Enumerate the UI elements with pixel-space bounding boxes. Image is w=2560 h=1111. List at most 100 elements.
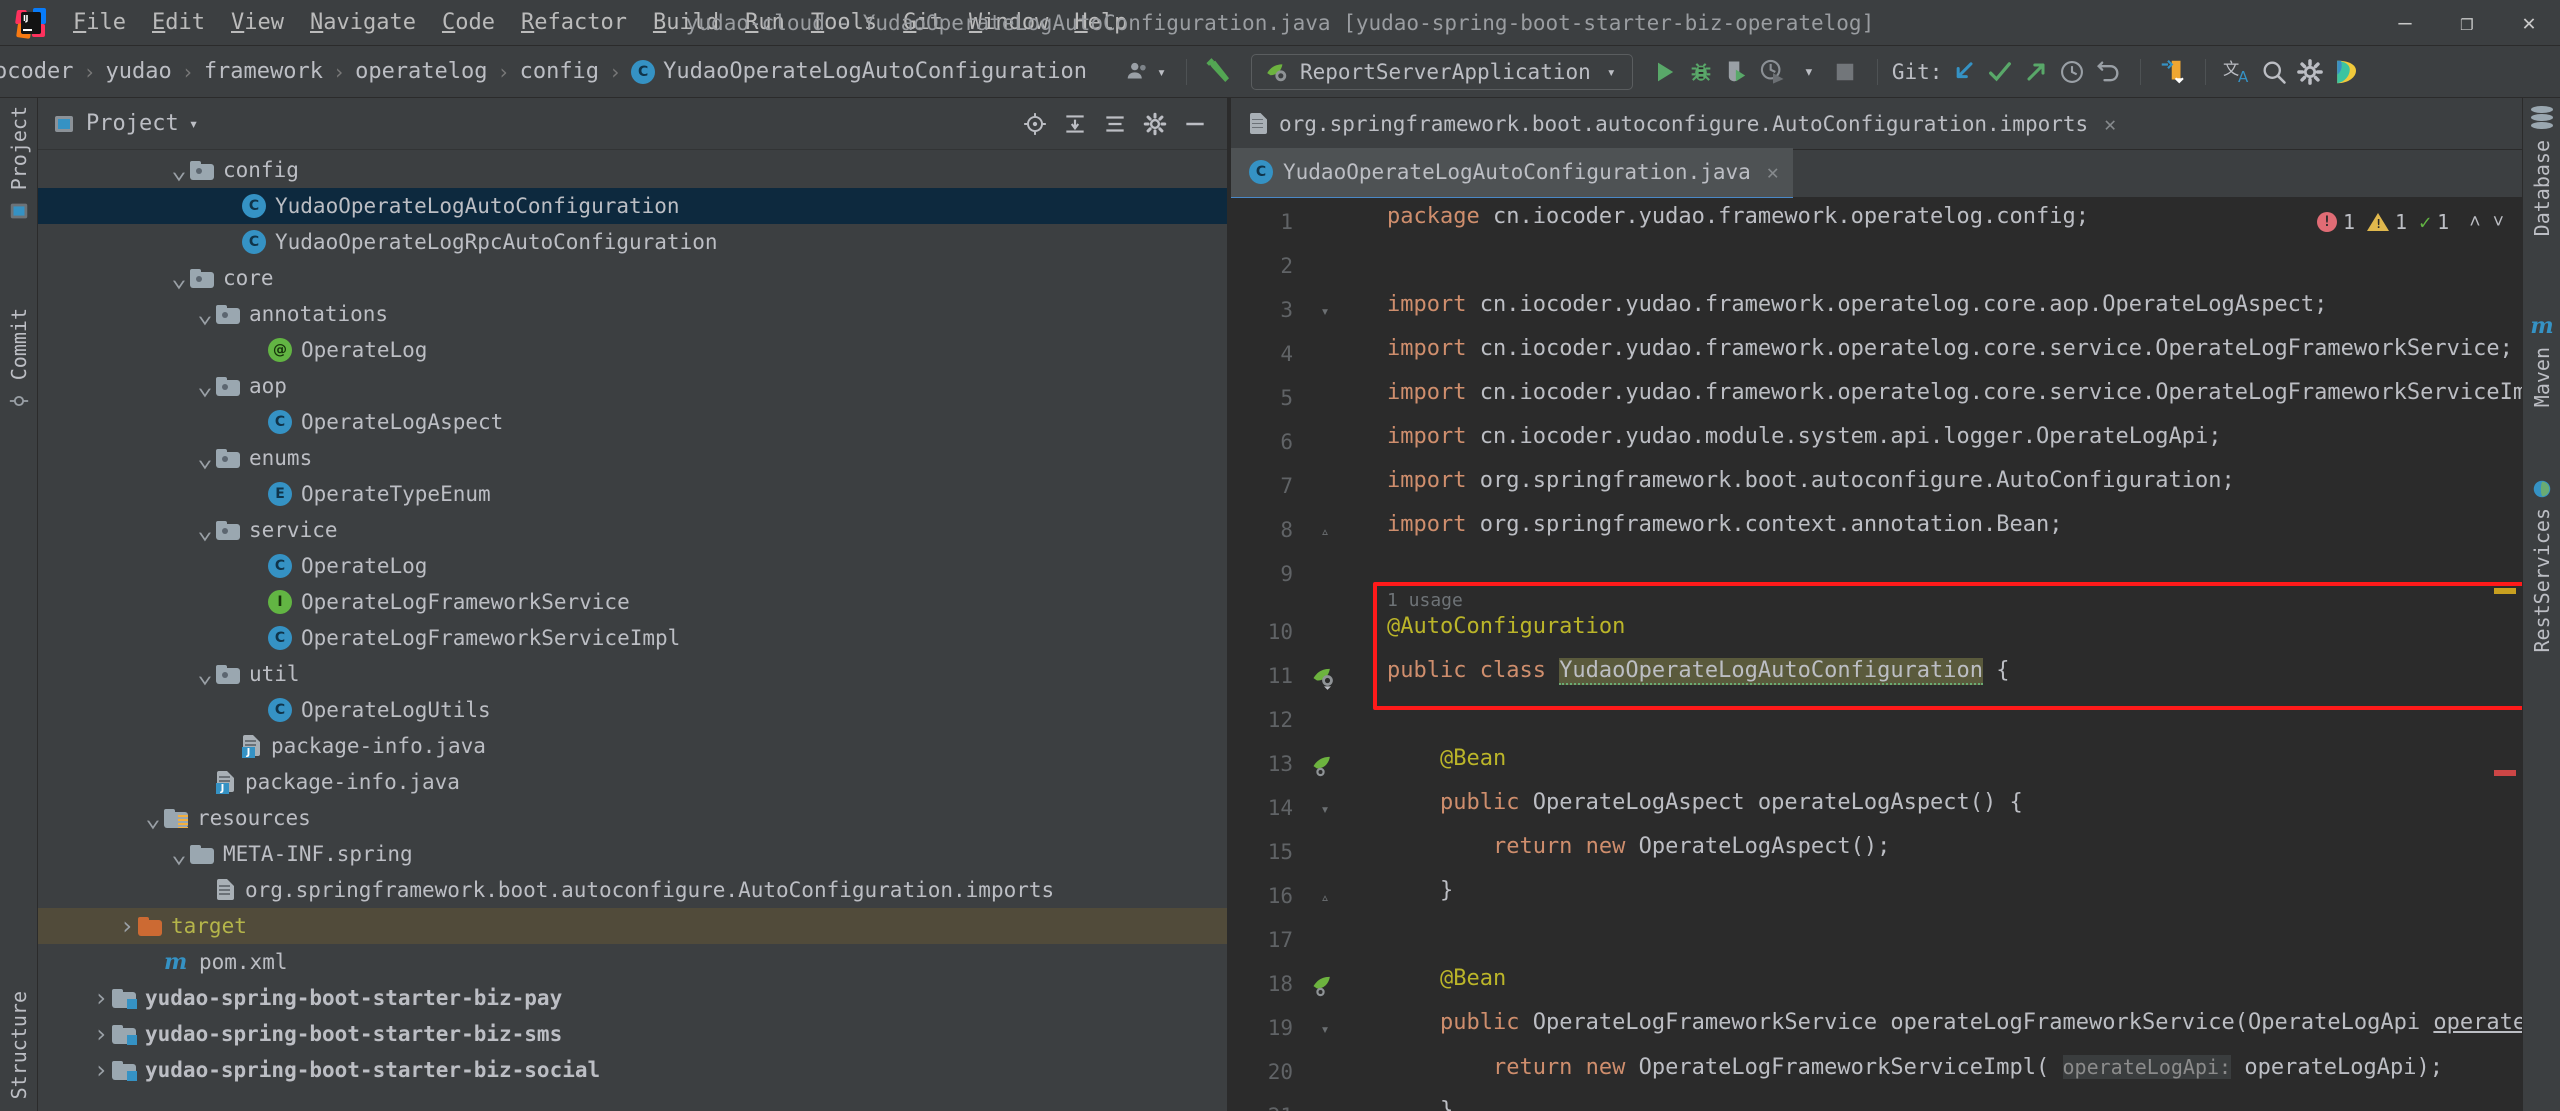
chevron-down-icon[interactable]: ⌄: [194, 669, 216, 679]
code-line[interactable]: import org.springframework.context.annot…: [1387, 514, 2063, 536]
tree-item-aop[interactable]: ⌄aop: [38, 368, 1227, 404]
code-line[interactable]: package cn.iocoder.yudao.framework.opera…: [1387, 206, 2089, 228]
code-line[interactable]: @Bean: [1387, 968, 1506, 990]
locate-icon[interactable]: [1017, 106, 1053, 142]
code-line[interactable]: @AutoConfiguration: [1387, 616, 1625, 638]
git-update-icon[interactable]: [1946, 54, 1982, 90]
tree-item-config[interactable]: ⌄config: [38, 152, 1227, 188]
rollback-icon[interactable]: [2090, 54, 2126, 90]
code-line[interactable]: return new OperateLogAspect();: [1387, 836, 1890, 858]
chevron-right-icon[interactable]: ›: [116, 912, 138, 940]
chevron-right-icon[interactable]: ›: [90, 1020, 112, 1048]
breadcrumb-item-ocoder[interactable]: ocoder: [0, 56, 81, 87]
chevron-right-icon[interactable]: ›: [90, 984, 112, 1012]
code-line[interactable]: import org.springframework.boot.autoconf…: [1387, 470, 2235, 492]
scrollbar-marker-error[interactable]: [2494, 770, 2516, 776]
fold-end-icon[interactable]: ▵: [1315, 520, 1335, 542]
menu-item-view[interactable]: View: [218, 6, 297, 39]
next-problem-icon[interactable]: ˅: [2493, 211, 2504, 234]
breadcrumb-item-yudao[interactable]: yudao: [98, 56, 180, 87]
debug-icon[interactable]: [1683, 54, 1719, 90]
tree-item-operatelogutils[interactable]: COperateLogUtils: [38, 692, 1227, 728]
chevron-down-icon[interactable]: ⌄: [194, 381, 216, 391]
tree-item-enums[interactable]: ⌄enums: [38, 440, 1227, 476]
code-line[interactable]: public OperateLogFrameworkService operat…: [1387, 1012, 2522, 1034]
tree-item-operatelogframeworkserviceimpl[interactable]: COperateLogFrameworkServiceImpl: [38, 620, 1227, 656]
code-line[interactable]: public class YudaoOperateLogAutoConfigur…: [1387, 660, 2010, 682]
fold-start-icon[interactable]: ▾: [1315, 300, 1335, 322]
fold-end-icon[interactable]: ▵: [1315, 1106, 1335, 1111]
chevron-down-icon[interactable]: ▾: [189, 114, 199, 133]
sidebar-item-project[interactable]: Project: [0, 106, 38, 222]
menu-item-edit[interactable]: Edit: [139, 6, 218, 39]
tree-item-resources[interactable]: ⌄resources: [38, 800, 1227, 836]
git-commit-icon[interactable]: [1982, 54, 2018, 90]
tree-item-pom-xml[interactable]: mpom.xml: [38, 944, 1227, 980]
sidebar-item-maven[interactable]: m Maven: [2523, 313, 2560, 407]
editor-gutter[interactable]: 123▾45678▵91011121314▾1516▵171819▾2021▵2…: [1231, 198, 1351, 1111]
inspection-widget[interactable]: ! 1 1 ✓ 1 ˄ ˅: [2317, 210, 2504, 234]
breadcrumb-item-yudaooperatelogautoconfiguration[interactable]: CYudaoOperateLogAutoConfiguration: [623, 56, 1095, 87]
menu-item-code[interactable]: Code: [429, 6, 508, 39]
tree-item-yudao-spring-boot-starter-biz-sms[interactable]: ›yudao-spring-boot-starter-biz-sms: [38, 1016, 1227, 1052]
chevron-down-icon[interactable]: ⌄: [168, 165, 190, 175]
tree-item-meta-inf-spring[interactable]: ⌄META-INF.spring: [38, 836, 1227, 872]
ai-assistant-icon[interactable]: [2328, 54, 2364, 90]
tree-item-yudaooperatelogautoconfiguration[interactable]: CYudaoOperateLogAutoConfiguration: [38, 188, 1227, 224]
tree-item-package-info-java[interactable]: Jpackage-info.java: [38, 728, 1227, 764]
tree-item-service[interactable]: ⌄service: [38, 512, 1227, 548]
code-editor[interactable]: 123▾45678▵91011121314▾1516▵171819▾2021▵2…: [1231, 198, 2522, 1111]
code-line[interactable]: import cn.iocoder.yudao.framework.operat…: [1387, 382, 2522, 404]
code-line[interactable]: public OperateLogAspect operateLogAspect…: [1387, 792, 2023, 814]
tree-item-operatelogaspect[interactable]: COperateLogAspect: [38, 404, 1227, 440]
close-icon[interactable]: ✕: [1767, 160, 1779, 184]
sidebar-item-structure[interactable]: Structure: [0, 991, 38, 1099]
error-count-badge[interactable]: ! 1: [2317, 210, 2355, 234]
hide-panel-icon[interactable]: [1177, 106, 1213, 142]
spring-bean-green-icon[interactable]: [1309, 750, 1339, 780]
project-tree[interactable]: ⌄configCYudaoOperateLogAutoConfiguration…: [38, 150, 1227, 1111]
search-icon[interactable]: [2256, 54, 2292, 90]
menu-item-run[interactable]: Run: [732, 6, 798, 39]
code-line[interactable]: import cn.iocoder.yudao.framework.operat…: [1387, 294, 2327, 316]
menu-item-help[interactable]: Help: [1061, 6, 1140, 39]
breadcrumb-item-config[interactable]: config: [512, 56, 607, 87]
tree-item-yudao-spring-boot-starter-biz-pay[interactable]: ›yudao-spring-boot-starter-biz-pay: [38, 980, 1227, 1016]
scrollbar-marker-warning[interactable]: [2494, 588, 2516, 594]
user-avatar-icon[interactable]: ▾: [1119, 54, 1172, 90]
spring-bean-green-icon[interactable]: [1309, 970, 1339, 1000]
menu-item-build[interactable]: Build: [640, 6, 732, 39]
history-icon[interactable]: [2054, 54, 2090, 90]
menu-item-refactor[interactable]: Refactor: [508, 6, 640, 39]
tree-item-package-info-java[interactable]: Jpackage-info.java: [38, 764, 1227, 800]
collapse-all-icon[interactable]: [1097, 106, 1133, 142]
fold-end-icon[interactable]: ▵: [1315, 886, 1335, 908]
tree-item-operatelogframeworkservice[interactable]: IOperateLogFrameworkService: [38, 584, 1227, 620]
warning-count-badge[interactable]: 1: [2367, 210, 2407, 234]
chevron-down-icon[interactable]: ⌄: [168, 849, 190, 859]
code-line[interactable]: import cn.iocoder.yudao.module.system.ap…: [1387, 426, 2221, 448]
tree-item-target[interactable]: ›target: [38, 908, 1227, 944]
main-menu[interactable]: FileEditViewNavigateCodeRefactorBuildRun…: [60, 6, 1140, 39]
run-icon[interactable]: [1647, 54, 1683, 90]
tree-item-annotations[interactable]: ⌄annotations: [38, 296, 1227, 332]
spring-bean-icon[interactable]: [1309, 662, 1339, 692]
chevron-down-icon[interactable]: ⌄: [194, 453, 216, 463]
close-icon[interactable]: ✕: [2104, 112, 2116, 136]
prev-problem-icon[interactable]: ˄: [2469, 211, 2480, 234]
editor-tabs-row-2[interactable]: CYudaoOperateLogAutoConfiguration.java✕: [1231, 150, 2522, 198]
menu-item-tools[interactable]: Tools: [798, 6, 890, 39]
chevron-down-icon[interactable]: ⌄: [142, 813, 164, 823]
tree-item-yudaooperatelogrpcautoconfiguration[interactable]: CYudaoOperateLogRpcAutoConfiguration: [38, 224, 1227, 260]
close-button[interactable]: ✕: [2498, 0, 2560, 46]
code-line[interactable]: }: [1387, 1100, 1453, 1111]
translate-icon[interactable]: 文A: [2220, 54, 2256, 90]
chevron-right-icon[interactable]: ›: [90, 1056, 112, 1084]
tree-item-yudao-spring-boot-starter-biz-social[interactable]: ›yudao-spring-boot-starter-biz-social: [38, 1052, 1227, 1088]
breadcrumb[interactable]: ocoder›yudao›framework›operatelog›config…: [0, 56, 1095, 87]
more-run-options-chevron-down-icon[interactable]: ▾: [1791, 54, 1827, 90]
settings-gear-icon[interactable]: [2292, 54, 2328, 90]
build-hammer-icon[interactable]: [1201, 54, 1237, 90]
code-line[interactable]: return new OperateLogFrameworkServiceImp…: [1387, 1056, 2443, 1079]
tree-item-util[interactable]: ⌄util: [38, 656, 1227, 692]
